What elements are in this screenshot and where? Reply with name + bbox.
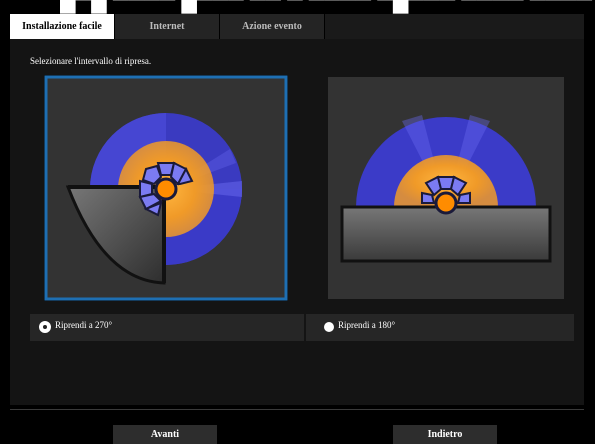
radio-label-180: Riprendi a 180° (338, 320, 396, 330)
main-panel: Selezionare l'intervallo di ripresa. Rip… (10, 39, 584, 405)
tab-bar: Installazione facile Internet Azione eve… (10, 14, 584, 39)
back-button[interactable]: Indietro (393, 425, 497, 444)
camera-180-illustration (328, 77, 564, 299)
clipped-header-text: █▀█ ▀▀▀▀ █▀▀▀ ▀▀ ▀ ▀▀▀▀ ▀█▀▀▀ ▀▀▀▀ ▀▀▀▀ … (0, 0, 595, 14)
tab-installazione-facile[interactable]: Installazione facile (10, 14, 115, 39)
radio-option-270[interactable]: Riprendi a 270° (30, 314, 304, 341)
next-button[interactable]: Avanti (113, 425, 217, 444)
footer-bar: Avanti Indietro (10, 409, 584, 444)
radio-label-270: Riprendi a 270° (55, 320, 113, 330)
radio-button-180[interactable] (324, 322, 334, 332)
tab-internet[interactable]: Internet (115, 14, 220, 39)
camera-270-illustration (44, 75, 288, 301)
radio-option-180[interactable]: Riprendi a 180° (306, 314, 574, 341)
option-270-image[interactable] (44, 75, 288, 301)
option-180-image[interactable] (328, 77, 564, 299)
instruction-text: Selezionare l'intervallo di ripresa. (30, 56, 152, 66)
radio-button-270[interactable] (40, 322, 50, 332)
tab-azione-evento[interactable]: Azione evento (220, 14, 325, 39)
